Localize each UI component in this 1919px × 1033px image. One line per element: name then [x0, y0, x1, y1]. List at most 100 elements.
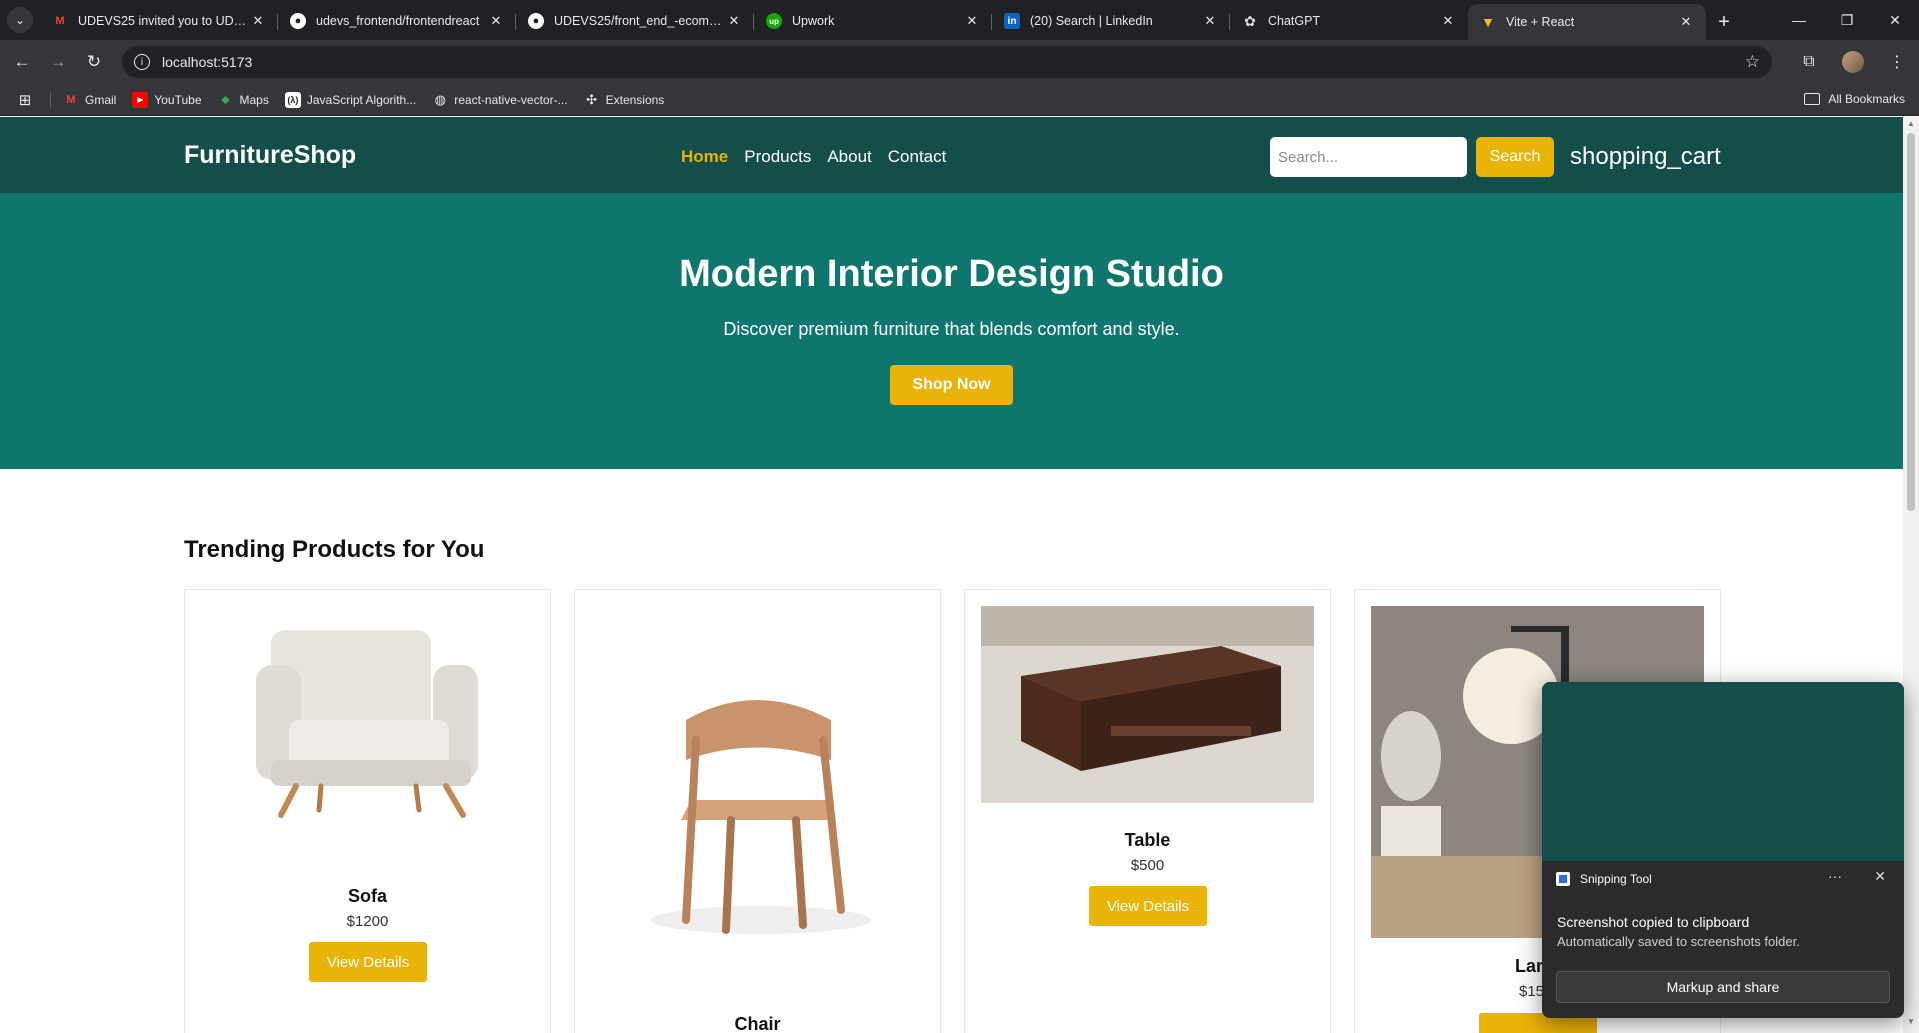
- bookmark-gmail[interactable]: M Gmail: [63, 92, 116, 108]
- menu-kebab-icon[interactable]: ⋮: [1875, 40, 1919, 84]
- nav-link-contact[interactable]: Contact: [888, 147, 947, 167]
- browser-toolbar: ← → ↻ i localhost:5173 ☆ ⧉ ⋮: [0, 40, 1919, 84]
- close-icon[interactable]: ✕: [488, 13, 504, 29]
- close-icon[interactable]: ✕: [250, 13, 266, 29]
- product-card: Table $500 View Details: [964, 589, 1331, 1033]
- markup-and-share-button[interactable]: Markup and share: [1556, 971, 1890, 1003]
- address-bar[interactable]: i localhost:5173 ☆: [122, 46, 1772, 78]
- hero-subtitle: Discover premium furniture that blends c…: [723, 319, 1180, 339]
- bookmark-maps[interactable]: ◆ Maps: [218, 92, 269, 108]
- notification-message: Screenshot copied to clipboard: [1557, 914, 1750, 930]
- gmail-icon: M: [55, 15, 65, 27]
- shopping-cart-icon[interactable]: shopping_cart: [1570, 143, 1721, 171]
- new-tab-button[interactable]: +: [1706, 4, 1742, 40]
- close-icon[interactable]: ✕: [1678, 14, 1694, 30]
- search-input[interactable]: [1270, 137, 1467, 177]
- puzzle-icon: ✣: [586, 91, 598, 107]
- site-logo[interactable]: FurnitureShop: [184, 141, 356, 170]
- view-details-button[interactable]: View Details: [1089, 886, 1207, 926]
- scroll-down-arrow-icon[interactable]: ▼: [1903, 1017, 1919, 1031]
- vite-icon: ▼: [1481, 14, 1495, 30]
- url-text: localhost:5173: [162, 54, 253, 70]
- snipping-tool-notification[interactable]: Snipping Tool ··· ✕ Screenshot copied to…: [1542, 682, 1904, 1018]
- maps-icon: ◆: [221, 94, 230, 106]
- minimize-icon[interactable]: —: [1775, 0, 1823, 40]
- bookmark-label: JavaScript Algorith...: [306, 92, 417, 107]
- youtube-icon: ▶: [132, 91, 149, 108]
- product-name: Sofa: [347, 886, 387, 906]
- forward-icon[interactable]: →: [40, 44, 76, 80]
- all-bookmarks[interactable]: All Bookmarks: [1804, 92, 1905, 106]
- all-bookmarks-label: All Bookmarks: [1828, 92, 1905, 106]
- bookmark-javascript-algorithms[interactable]: (λ) JavaScript Algorith...: [284, 91, 417, 108]
- browser-tab[interactable]: up Upwork ✕: [754, 4, 992, 38]
- page-scrollbar[interactable]: ▲ ▼: [1903, 117, 1919, 1033]
- snipping-tool-icon: [1556, 872, 1570, 886]
- notification-detail: Automatically saved to screenshots folde…: [1557, 934, 1800, 949]
- browser-tab[interactable]: ● udevs_frontend/frontendreact ✕: [278, 4, 516, 38]
- notification-app-name: Snipping Tool: [1580, 872, 1652, 886]
- close-window-icon[interactable]: ✕: [1871, 0, 1919, 40]
- tab-title: (20) Search | LinkedIn: [1030, 14, 1153, 28]
- close-icon[interactable]: ✕: [1202, 13, 1218, 29]
- tab-title: UDEVS25/front_end_-ecommer: [554, 14, 726, 28]
- bookmark-youtube[interactable]: ▶ YouTube: [132, 91, 202, 108]
- view-details-button[interactable]: View Details: [309, 942, 427, 982]
- product-card: Chair: [574, 589, 941, 1033]
- close-icon[interactable]: ✕: [964, 13, 980, 29]
- more-options-icon[interactable]: ···: [1828, 868, 1842, 884]
- bookmark-star-icon[interactable]: ☆: [1745, 52, 1760, 72]
- browser-tab[interactable]: ● UDEVS25/front_end_-ecommer ✕: [516, 4, 754, 38]
- tab-title: UDEVS25 invited you to UDEVS: [78, 14, 250, 28]
- product-price: $15: [1519, 983, 1545, 1000]
- bookmark-label: Extensions: [605, 92, 665, 107]
- nav-link-home[interactable]: Home: [681, 147, 728, 167]
- close-icon[interactable]: ✕: [1440, 13, 1456, 29]
- nav-link-about[interactable]: About: [827, 147, 871, 167]
- browser-tab[interactable]: in (20) Search | LinkedIn ✕: [992, 4, 1230, 38]
- scrollbar-thumb[interactable]: [1907, 133, 1915, 511]
- back-icon[interactable]: ←: [4, 44, 40, 80]
- profile-button[interactable]: [1831, 40, 1875, 84]
- bookmark-react-native-vector[interactable]: ◍ react-native-vector-...: [432, 91, 568, 108]
- notification-header: Snipping Tool: [1556, 872, 1652, 886]
- restore-icon[interactable]: ❐: [1823, 0, 1871, 40]
- avatar: [1842, 51, 1864, 73]
- linkedin-icon: in: [1004, 13, 1020, 29]
- freecodecamp-icon: (λ): [284, 91, 301, 108]
- browser-tab[interactable]: ✿ ChatGPT ✕: [1230, 4, 1468, 38]
- nav-link-products[interactable]: Products: [744, 147, 811, 167]
- section-title: Trending Products for You: [184, 536, 485, 563]
- product-image-chair: [651, 700, 871, 934]
- globe-icon: ◍: [434, 91, 446, 107]
- toolbar-actions: ⧉ ⋮: [1787, 40, 1919, 84]
- apps-grid-icon[interactable]: ⊞: [0, 84, 50, 116]
- product-name: Table: [1124, 830, 1171, 850]
- github-icon: ●: [528, 13, 544, 29]
- site-info-icon[interactable]: i: [134, 54, 150, 70]
- browser-tab-active[interactable]: ▼ Vite + React ✕: [1468, 4, 1706, 40]
- chevron-down-icon: ⌄: [7, 7, 33, 33]
- bookmarks-bar: ⊞ M Gmail ▶ YouTube ◆ Maps (λ) JavaScrip…: [0, 84, 1919, 116]
- tab-search-button[interactable]: ⌄: [0, 0, 40, 40]
- close-icon[interactable]: ✕: [1874, 868, 1886, 885]
- scroll-up-arrow-icon[interactable]: ▲: [1903, 119, 1919, 133]
- bookmark-label: YouTube: [154, 92, 202, 107]
- extensions-icon[interactable]: ⧉: [1787, 40, 1831, 84]
- product-price: $1200: [346, 913, 389, 930]
- reload-icon[interactable]: ↻: [76, 44, 112, 80]
- shop-now-button[interactable]: Shop Now: [890, 365, 1013, 405]
- product-image-sofa: [256, 630, 478, 818]
- bookmarks-divider: [50, 91, 51, 108]
- main-nav: Home Products About Contact: [681, 147, 946, 167]
- folder-icon: [1804, 93, 1821, 105]
- browser-tab[interactable]: M UDEVS25 invited you to UDEVS ✕: [40, 4, 278, 38]
- bookmark-extensions[interactable]: ✣ Extensions: [584, 91, 665, 108]
- product-price: $500: [1130, 857, 1165, 874]
- site-navbar: FurnitureShop Home Products About Contac…: [0, 117, 1903, 193]
- gmail-icon: M: [66, 93, 76, 106]
- close-icon[interactable]: ✕: [726, 13, 742, 29]
- search-button[interactable]: Search: [1476, 137, 1554, 177]
- screenshot-preview[interactable]: [1542, 682, 1904, 861]
- tab-title: ChatGPT: [1268, 14, 1321, 28]
